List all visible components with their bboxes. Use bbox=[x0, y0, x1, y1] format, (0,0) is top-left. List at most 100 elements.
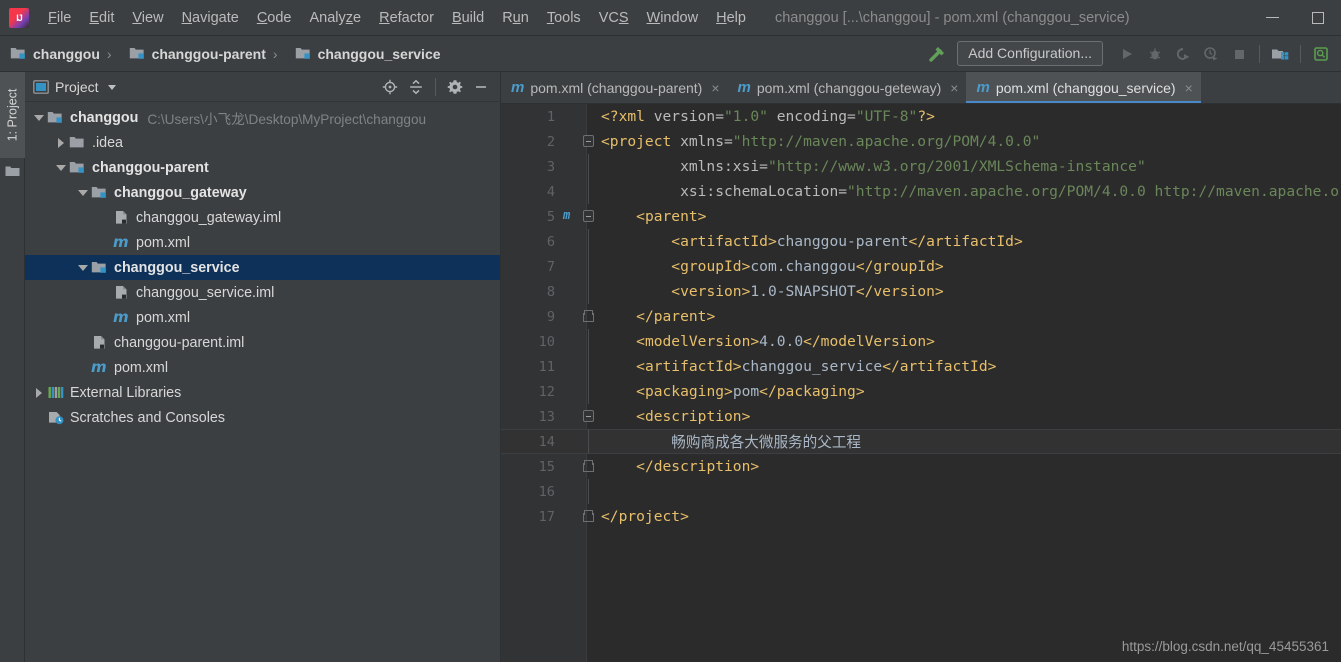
gutter-icons[interactable] bbox=[561, 354, 589, 379]
breadcrumb-item-changgou[interactable]: changgou bbox=[10, 46, 100, 62]
sidebar-item-project[interactable]: 1: Project bbox=[0, 72, 25, 158]
gutter-icons[interactable] bbox=[561, 329, 589, 354]
gutter-icons[interactable] bbox=[561, 479, 589, 504]
project-structure-icon[interactable] bbox=[1266, 42, 1294, 66]
gutter-icons[interactable] bbox=[561, 254, 589, 279]
maximize-button[interactable] bbox=[1295, 0, 1341, 36]
code-editor[interactable]: 1 <?xml version="1.0" encoding="UTF-8"?> 2… bbox=[501, 104, 1341, 662]
code-line-3[interactable]: 3 xmlns:xsi="http://www.w3.org/2001/XMLS… bbox=[501, 154, 1341, 179]
tree-node-changgou-parent[interactable]: changgou-parent bbox=[25, 155, 500, 180]
close-icon[interactable]: × bbox=[950, 80, 958, 96]
project-tree[interactable]: changgou C:\Users\小飞龙\Desktop\MyProject\c… bbox=[25, 102, 500, 430]
code-line-17[interactable]: 17 </project> bbox=[501, 504, 1341, 529]
gutter-icons[interactable] bbox=[561, 454, 594, 479]
gutter-icons[interactable]: m bbox=[561, 204, 594, 229]
stop-icon[interactable] bbox=[1225, 42, 1253, 66]
gutter-icons[interactable] bbox=[561, 154, 589, 179]
chevron-down-icon[interactable] bbox=[53, 164, 69, 171]
chevron-down-icon[interactable] bbox=[31, 114, 47, 121]
fold-end-icon[interactable] bbox=[583, 509, 594, 522]
tree-node-external-libraries[interactable]: External Libraries bbox=[25, 380, 500, 405]
code-content[interactable]: 1 <?xml version="1.0" encoding="UTF-8"?> 2… bbox=[501, 104, 1341, 662]
tree-node-changgou-gateway[interactable]: changgou_gateway bbox=[25, 180, 500, 205]
maven-gutter-icon[interactable]: m bbox=[563, 208, 570, 222]
code-line-8[interactable]: 8 <version>1.0-SNAPSHOT</version> bbox=[501, 279, 1341, 304]
add-configuration-button[interactable]: Add Configuration... bbox=[957, 41, 1103, 66]
breadcrumb-item-changgou-parent[interactable]: changgou-parent bbox=[129, 46, 266, 62]
menu-item-edit[interactable]: Edit bbox=[80, 0, 123, 36]
locate-file-icon[interactable] bbox=[377, 75, 403, 99]
tree-node--idea[interactable]: .idea bbox=[25, 130, 500, 155]
gutter-icons[interactable] bbox=[561, 279, 589, 304]
tree-node-pom-xml[interactable]: m pom.xml bbox=[25, 355, 500, 380]
menu-item-code[interactable]: Code bbox=[248, 0, 301, 36]
breadcrumb-item-changgou_service[interactable]: changgou_service bbox=[295, 46, 441, 62]
tree-node-changgou-gateway-iml[interactable]: changgou_gateway.iml bbox=[25, 205, 500, 230]
close-icon[interactable]: × bbox=[711, 80, 719, 96]
tree-node-changgou-service-iml[interactable]: changgou_service.iml bbox=[25, 280, 500, 305]
editor-tab-0[interactable]: m pom.xml (changgou-parent) × bbox=[501, 72, 728, 103]
search-everywhere-icon[interactable] bbox=[1307, 42, 1335, 66]
hide-panel-icon[interactable] bbox=[468, 75, 494, 99]
profiler-icon[interactable] bbox=[1197, 42, 1225, 66]
gutter-icons[interactable] bbox=[561, 429, 589, 454]
code-line-16[interactable]: 16 bbox=[501, 479, 1341, 504]
code-line-15[interactable]: 15 </description> bbox=[501, 454, 1341, 479]
gutter-icons[interactable] bbox=[561, 129, 594, 154]
fold-end-icon[interactable] bbox=[583, 309, 594, 322]
menu-item-refactor[interactable]: Refactor bbox=[370, 0, 443, 36]
code-line-9[interactable]: 9 </parent> bbox=[501, 304, 1341, 329]
chevron-down-icon[interactable] bbox=[107, 83, 117, 91]
run-icon[interactable] bbox=[1113, 42, 1141, 66]
chevron-down-icon[interactable] bbox=[75, 264, 91, 271]
menu-item-run[interactable]: Run bbox=[493, 0, 538, 36]
run-with-coverage-icon[interactable] bbox=[1169, 42, 1197, 66]
collapse-all-icon[interactable] bbox=[403, 75, 429, 99]
menu-item-analyze[interactable]: Analyze bbox=[301, 0, 371, 36]
code-line-12[interactable]: 12 <packaging>pom</packaging> bbox=[501, 379, 1341, 404]
fold-end-icon[interactable] bbox=[583, 459, 594, 472]
menu-item-view[interactable]: View bbox=[123, 0, 172, 36]
menu-item-navigate[interactable]: Navigate bbox=[173, 0, 248, 36]
gutter-icons[interactable] bbox=[561, 379, 589, 404]
menu-item-tools[interactable]: Tools bbox=[538, 0, 590, 36]
tree-node-pom-xml[interactable]: m pom.xml bbox=[25, 230, 500, 255]
gear-icon[interactable] bbox=[442, 75, 468, 99]
minimize-button[interactable] bbox=[1249, 0, 1295, 36]
editor-tab-1[interactable]: m pom.xml (changgou-geteway) × bbox=[728, 72, 967, 103]
favorites-folder-icon[interactable] bbox=[5, 164, 20, 176]
tree-node-pom-xml[interactable]: m pom.xml bbox=[25, 305, 500, 330]
chevron-right-icon[interactable] bbox=[53, 137, 69, 148]
code-line-5[interactable]: 5m <parent> bbox=[501, 204, 1341, 229]
chevron-down-icon[interactable] bbox=[75, 189, 91, 196]
code-line-7[interactable]: 7 <groupId>com.changgou</groupId> bbox=[501, 254, 1341, 279]
code-line-2[interactable]: 2 <project xmlns="http://maven.apache.org… bbox=[501, 129, 1341, 154]
code-line-1[interactable]: 1 <?xml version="1.0" encoding="UTF-8"?> bbox=[501, 104, 1341, 129]
chevron-right-icon[interactable] bbox=[31, 387, 47, 398]
code-line-13[interactable]: 13 <description> bbox=[501, 404, 1341, 429]
hammer-build-icon[interactable] bbox=[925, 42, 949, 66]
menu-item-window[interactable]: Window bbox=[638, 0, 708, 36]
debug-icon[interactable] bbox=[1141, 42, 1169, 66]
gutter-icons[interactable] bbox=[561, 304, 594, 329]
tree-node-changgou-service[interactable]: changgou_service bbox=[25, 255, 500, 280]
menu-item-file[interactable]: File bbox=[39, 0, 80, 36]
gutter-icons[interactable] bbox=[561, 404, 594, 429]
menu-item-vcs[interactable]: VCS bbox=[590, 0, 638, 36]
tree-node-scratches-and-consoles[interactable]: Scratches and Consoles bbox=[25, 405, 500, 430]
fold-collapse-icon[interactable] bbox=[583, 410, 594, 422]
tree-node-changgou-parent-iml[interactable]: changgou-parent.iml bbox=[25, 330, 500, 355]
code-line-10[interactable]: 10 <modelVersion>4.0.0</modelVersion> bbox=[501, 329, 1341, 354]
close-icon[interactable]: × bbox=[1185, 80, 1193, 96]
fold-collapse-icon[interactable] bbox=[583, 135, 594, 147]
menu-item-build[interactable]: Build bbox=[443, 0, 493, 36]
code-line-14[interactable]: 14 畅购商成各大微服务的父工程 bbox=[501, 429, 1341, 454]
fold-collapse-icon[interactable] bbox=[583, 210, 594, 222]
editor-tab-2[interactable]: m pom.xml (changgou_service) × bbox=[966, 72, 1202, 103]
code-line-11[interactable]: 11 <artifactId>changgou_service</artifac… bbox=[501, 354, 1341, 379]
code-line-4[interactable]: 4 xsi:schemaLocation="http://maven.apach… bbox=[501, 179, 1341, 204]
gutter-icons[interactable] bbox=[561, 504, 594, 529]
tree-node-changgou[interactable]: changgou C:\Users\小飞龙\Desktop\MyProject\c… bbox=[25, 105, 500, 130]
code-line-6[interactable]: 6 <artifactId>changgou-parent</artifactI… bbox=[501, 229, 1341, 254]
gutter-icons[interactable] bbox=[561, 104, 587, 129]
